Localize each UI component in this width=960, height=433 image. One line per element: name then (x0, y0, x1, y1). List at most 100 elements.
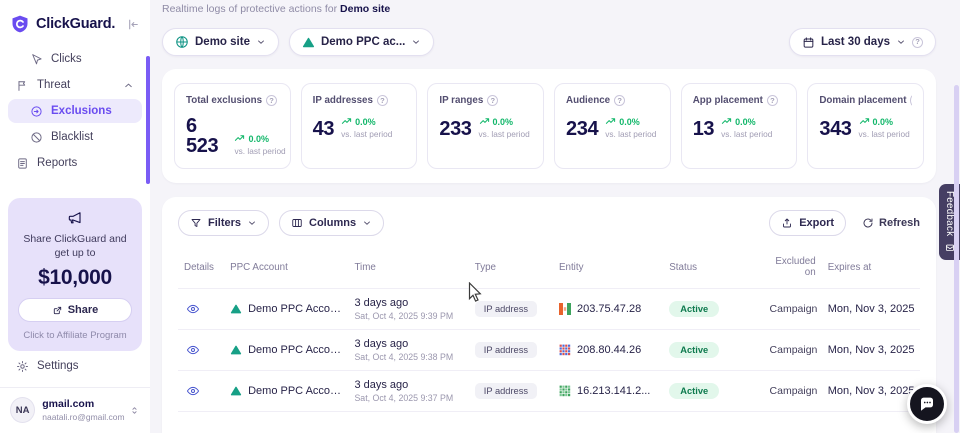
stat-label: Total exclusions (186, 95, 262, 106)
filter-row: Demo site Demo PPC ac... Last 30 days (162, 28, 936, 56)
page-scrollbar[interactable] (954, 85, 959, 433)
affiliate-promo-card: Share ClickGuard and get up to $10,000 S… (8, 198, 142, 351)
view-details-button[interactable] (184, 382, 202, 400)
stat-label: Audience (566, 95, 610, 106)
chevron-down-icon (256, 37, 266, 47)
stat-value: 6 523 (186, 116, 227, 156)
trending-up-icon (721, 116, 732, 127)
stat-app-placement: App placement 13 0.0% vs. last period (681, 83, 798, 169)
calendar-icon (802, 36, 815, 49)
stat-period: vs. last period (605, 129, 656, 139)
ppc-account-name: Demo PPC Account (248, 303, 342, 315)
filters-button[interactable]: Filters (178, 210, 269, 236)
excluded-on-value: Campaign (764, 371, 822, 412)
stat-period: vs. last period (859, 129, 910, 139)
google-ads-icon (230, 385, 242, 397)
col-header-time: Time (348, 250, 468, 289)
sidebar-item-label: Clicks (51, 53, 82, 65)
stat-period: vs. last period (721, 129, 772, 139)
clickguard-logo-icon (10, 14, 30, 34)
view-details-button[interactable] (184, 341, 202, 359)
stat-value: 234 (566, 119, 598, 139)
stat-change: 0.0% (873, 117, 894, 127)
sidebar-item-label: Exclusions (51, 105, 112, 117)
share-button-label: Share (68, 304, 99, 316)
chevron-up-down-icon (129, 405, 140, 416)
info-icon[interactable] (487, 95, 498, 106)
columns-button-label: Columns (309, 217, 356, 229)
user-meta: gmail.com naatali.ro@gmail.com (42, 398, 122, 421)
sidebar-item-settings[interactable]: Settings (8, 354, 142, 378)
stat-value: 43 (313, 119, 334, 139)
user-account-menu[interactable]: NA gmail.com naatali.ro@gmail.com (8, 388, 142, 425)
time-absolute: Sat, Oct 4, 2025 9:38 PM (354, 352, 462, 362)
sidebar-item-reports[interactable]: Reports (8, 151, 142, 175)
table-toolbar: Filters Columns Export (178, 210, 920, 236)
excluded-on-value: Campaign (764, 289, 822, 330)
funnel-icon (190, 217, 202, 229)
site-filter-value: Demo site (195, 36, 250, 48)
info-icon[interactable] (910, 95, 912, 106)
type-badge: IP address (475, 383, 537, 399)
status-badge: Active (669, 342, 719, 358)
exclusions-table: Details PPC Account Time Type Entity Sta… (178, 250, 920, 412)
site-filter-dropdown[interactable]: Demo site (162, 28, 279, 56)
expires-at-value: Mon, Nov 3, 2025 (822, 289, 920, 330)
stat-change: 0.0% (735, 117, 756, 127)
refresh-button[interactable]: Refresh (862, 217, 920, 229)
user-name: gmail.com (42, 398, 122, 411)
date-range-info-icon[interactable] (912, 37, 923, 48)
entity-value: 208.80.44.26 (577, 344, 641, 356)
col-header-excluded-on: Excluded on (764, 250, 822, 289)
ppc-account-filter-value: Demo PPC ac... (321, 36, 405, 48)
trending-up-icon (341, 116, 352, 127)
trending-up-icon (479, 116, 490, 127)
affiliate-program-link[interactable]: Click to Affiliate Program (18, 330, 132, 341)
col-header-entity: Entity (553, 250, 663, 289)
view-details-button[interactable] (184, 300, 202, 318)
chevron-down-icon (896, 37, 906, 47)
chat-launcher-button[interactable] (907, 384, 947, 424)
ppc-account-filter-dropdown[interactable]: Demo PPC ac... (289, 28, 434, 56)
status-badge: Active (669, 301, 719, 317)
info-icon[interactable] (614, 95, 625, 106)
share-button[interactable]: Share (18, 298, 132, 322)
time-relative: 3 days ago (354, 379, 462, 391)
export-icon (781, 217, 793, 229)
exclusion-circle-arrow-icon (30, 105, 43, 118)
columns-button[interactable]: Columns (279, 210, 384, 236)
sidebar-scrollbar[interactable] (146, 56, 150, 184)
info-icon[interactable] (767, 95, 778, 106)
avatar: NA (10, 397, 35, 423)
external-link-icon (52, 305, 63, 316)
ppc-account-name: Demo PPC Account (248, 344, 342, 356)
sidebar-collapse-button[interactable] (127, 18, 140, 31)
excluded-on-value: Campaign (764, 330, 822, 371)
collapse-sidebar-icon (127, 18, 140, 31)
ppc-account-name: Demo PPC Account (248, 385, 342, 397)
stats-summary-card: Total exclusions 6 523 0.0% vs. last per… (162, 69, 936, 183)
stat-change: 0.0% (248, 134, 269, 144)
sidebar-item-clicks[interactable]: Clicks (8, 47, 142, 71)
exclusions-log-card: Filters Columns Export (162, 197, 936, 433)
date-range-dropdown[interactable]: Last 30 days (789, 28, 936, 56)
stat-period: vs. last period (341, 129, 392, 139)
sidebar-item-exclusions[interactable]: Exclusions (8, 99, 142, 123)
info-icon[interactable] (377, 95, 388, 106)
refresh-button-label: Refresh (879, 217, 920, 229)
stat-total-exclusions: Total exclusions 6 523 0.0% vs. last per… (174, 83, 291, 169)
type-badge: IP address (475, 301, 537, 317)
info-icon[interactable] (266, 95, 277, 106)
type-badge: IP address (475, 342, 537, 358)
sidebar-item-threat[interactable]: Threat (8, 73, 142, 97)
refresh-icon (862, 217, 874, 229)
threat-collapse-caret[interactable] (123, 80, 134, 91)
google-ads-icon (302, 36, 315, 49)
export-button[interactable]: Export (769, 210, 846, 236)
gear-icon (16, 360, 29, 373)
sidebar-item-label: Settings (37, 360, 79, 372)
time-relative: 3 days ago (354, 338, 462, 350)
status-badge: Active (669, 383, 719, 399)
sidebar-item-label: Threat (37, 79, 70, 91)
sidebar-item-blacklist[interactable]: Blacklist (8, 125, 142, 149)
